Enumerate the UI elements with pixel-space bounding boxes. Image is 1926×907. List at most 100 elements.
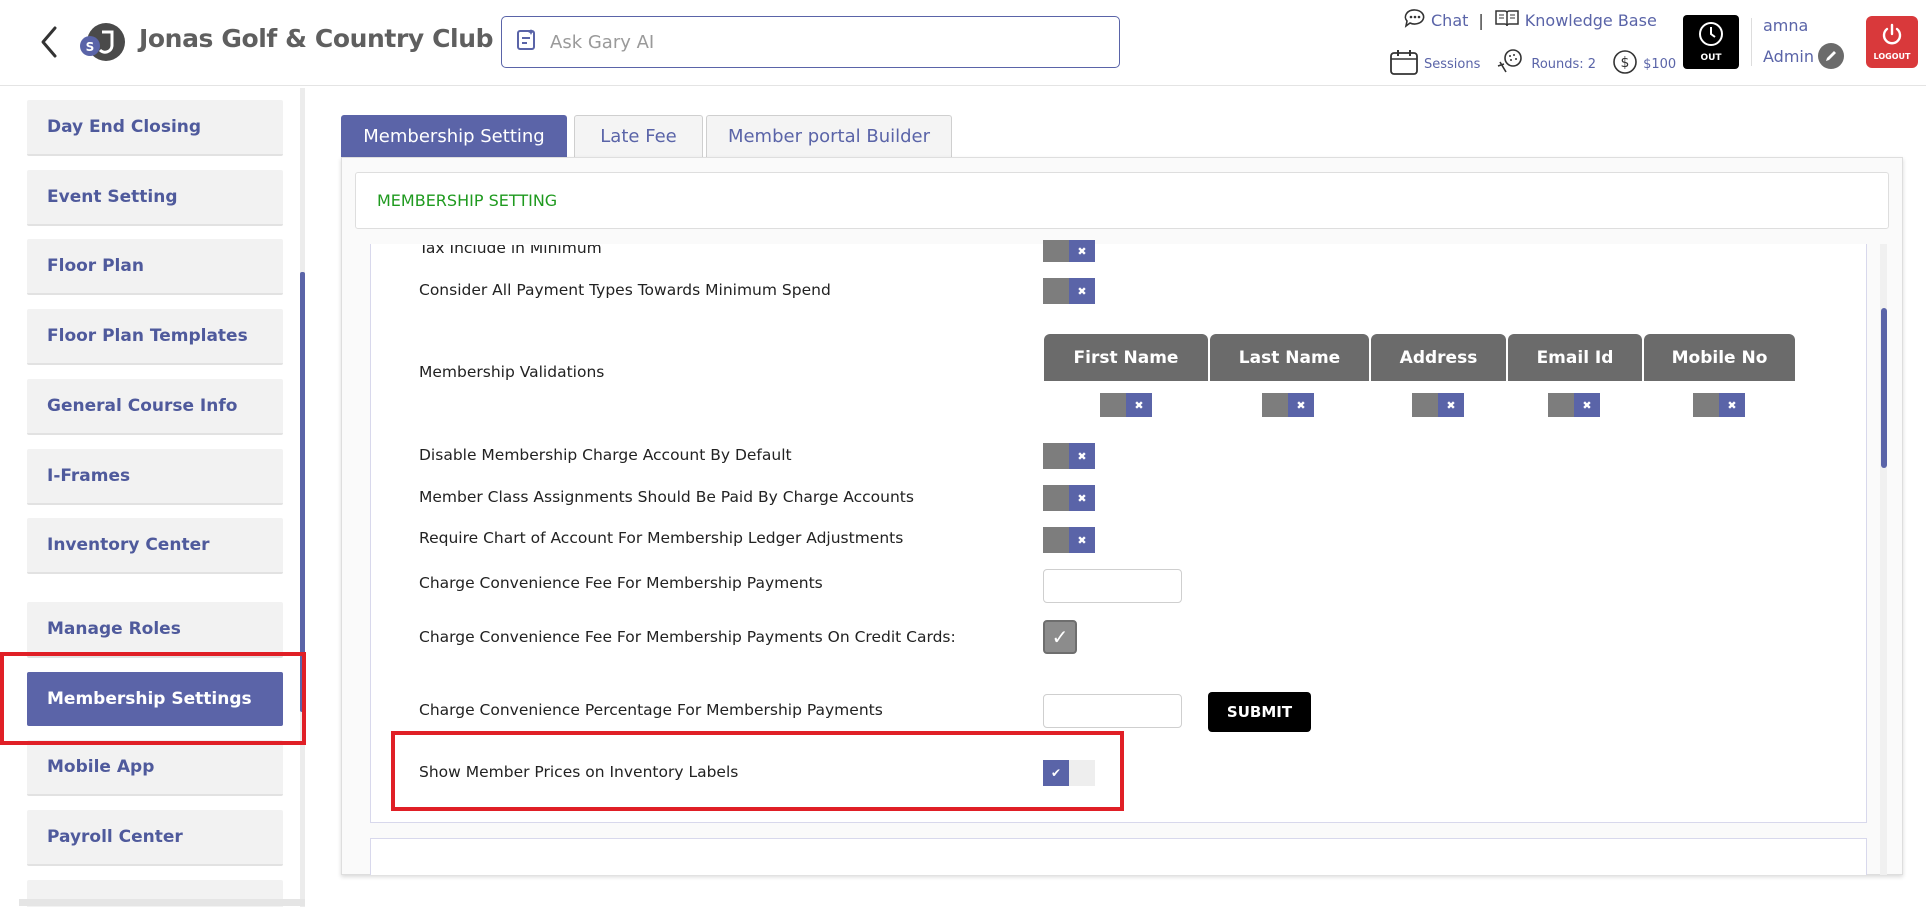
validation-header-mobile-no: Mobile No: [1644, 334, 1795, 381]
user-divider: [1751, 18, 1752, 66]
off-x-icon: ✖: [1069, 443, 1095, 469]
sidebar-item-mobile-app[interactable]: Mobile App: [27, 740, 283, 796]
user-role-row: Admin: [1763, 43, 1844, 69]
toggle-validate-address[interactable]: ✖: [1412, 393, 1464, 417]
logo-badge: S: [86, 40, 95, 54]
tab-late-fee[interactable]: Late Fee: [574, 115, 703, 157]
toggle-validate-email-id[interactable]: ✖: [1548, 393, 1600, 417]
convenience-fee-input[interactable]: [1043, 569, 1182, 603]
stats-row: Sessions Rounds: 2 $ $100: [1389, 48, 1676, 80]
validation-header-address: Address: [1371, 334, 1506, 381]
tab-membership-setting[interactable]: Membership Setting: [341, 115, 567, 157]
toggle-require-chart-of-account[interactable]: ✖: [1043, 527, 1095, 553]
label-convenience-percentage: Charge Convenience Percentage For Member…: [419, 701, 883, 719]
label-convenience-fee-credit-cards: Charge Convenience Fee For Membership Pa…: [419, 628, 956, 646]
clock-out-label: OUT: [1700, 53, 1722, 63]
back-icon[interactable]: [36, 22, 62, 62]
validation-header-email-id: Email Id: [1508, 334, 1642, 381]
toggle-validate-first-name[interactable]: ✖: [1100, 393, 1152, 417]
off-x-icon: ✖: [1719, 393, 1745, 417]
toggle-validate-mobile-no[interactable]: ✖: [1693, 393, 1745, 417]
sessions-stat[interactable]: Sessions: [1389, 48, 1480, 80]
power-icon: [1880, 23, 1904, 49]
toggle-tax-include[interactable]: ✖: [1043, 240, 1095, 262]
convenience-fee-credit-cards-checkbox[interactable]: ✓: [1043, 620, 1077, 654]
sidebar-item-payroll-center[interactable]: Payroll Center: [27, 810, 283, 866]
convenience-percentage-input[interactable]: [1043, 694, 1182, 728]
chat-icon: [1404, 8, 1426, 32]
svg-text:$: $: [1621, 55, 1630, 71]
club-logo: S: [78, 20, 126, 64]
section-title: MEMBERSHIP SETTING: [355, 172, 1889, 229]
dollar-icon: $: [1612, 49, 1638, 79]
toggle-validate-last-name[interactable]: ✖: [1262, 393, 1314, 417]
user-name: amna: [1763, 16, 1809, 35]
sidebar-item-membership-settings[interactable]: Membership Settings: [27, 672, 283, 726]
logout-label: LOGOUT: [1873, 52, 1911, 61]
sidebar-item-day-end-closing[interactable]: Day End Closing: [27, 100, 283, 156]
sidebar: Day End Closing Event Setting Floor Plan…: [19, 88, 305, 907]
sidebar-item-floor-plan[interactable]: Floor Plan: [27, 239, 283, 295]
off-x-icon: ✖: [1069, 527, 1095, 553]
knowledge-base-link[interactable]: Knowledge Base: [1494, 8, 1657, 32]
balance-stat[interactable]: $ $100: [1612, 49, 1676, 79]
sidebar-item-general-course-info[interactable]: General Course Info: [27, 379, 283, 435]
ai-note-icon: [516, 28, 538, 56]
label-consider-all-payment-types: Consider All Payment Types Towards Minim…: [419, 281, 831, 299]
calendar-icon: [1389, 48, 1419, 80]
chat-link[interactable]: Chat: [1404, 8, 1468, 32]
on-check-icon: ✔: [1043, 760, 1069, 786]
ask-gary-box[interactable]: [501, 16, 1120, 68]
clock-icon: [1698, 21, 1724, 50]
sidebar-scrollbar-thumb[interactable]: [300, 272, 305, 712]
off-x-icon: ✖: [1288, 393, 1314, 417]
sidebar-horizontal-scrollbar[interactable]: [19, 899, 305, 906]
off-x-icon: ✖: [1069, 485, 1095, 511]
sidebar-item-inventory-center[interactable]: Inventory Center: [27, 518, 283, 574]
next-section-box: [370, 838, 1867, 875]
content-scrollbar-thumb[interactable]: [1881, 308, 1887, 468]
ask-gary-input[interactable]: [550, 31, 1090, 53]
sidebar-item-floor-plan-templates[interactable]: Floor Plan Templates: [27, 309, 283, 365]
label-membership-validations: Membership Validations: [419, 363, 605, 381]
off-x-icon: ✖: [1069, 278, 1095, 304]
toggle-show-member-prices[interactable]: ✔: [1043, 760, 1095, 786]
book-icon: [1494, 8, 1520, 32]
app-title: Jonas Golf & Country Club: [139, 24, 494, 53]
chat-label: Chat: [1431, 10, 1469, 30]
logout-button[interactable]: LOGOUT: [1866, 16, 1918, 68]
clock-out-button[interactable]: OUT: [1683, 15, 1739, 69]
tab-member-portal-builder[interactable]: Member portal Builder: [706, 115, 952, 157]
top-links: Chat | Knowledge Base: [1404, 8, 1657, 32]
edit-profile-icon[interactable]: [1818, 43, 1844, 69]
submit-button[interactable]: SUBMIT: [1208, 692, 1311, 732]
validation-header-first-name: First Name: [1044, 334, 1208, 381]
knowledge-base-label: Knowledge Base: [1524, 10, 1657, 30]
check-icon: ✓: [1051, 625, 1069, 649]
toggle-disable-membership-charge[interactable]: ✖: [1043, 443, 1095, 469]
off-x-icon: ✖: [1126, 393, 1152, 417]
app-root: S Jonas Golf & Country Club Chat | Knowl…: [0, 0, 1926, 907]
validation-header-last-name: Last Name: [1210, 334, 1369, 381]
sidebar-item-manage-roles[interactable]: Manage Roles: [27, 602, 283, 658]
balance-label: $100: [1643, 56, 1677, 72]
link-separator: |: [1478, 10, 1484, 30]
rounds-label: Rounds: 2: [1531, 56, 1597, 72]
rounds-stat[interactable]: Rounds: 2: [1496, 48, 1596, 80]
label-disable-membership-charge: Disable Membership Charge Account By Def…: [419, 446, 792, 464]
sidebar-item-event-setting[interactable]: Event Setting: [27, 170, 283, 226]
off-x-icon: ✖: [1069, 240, 1095, 262]
user-role: Admin: [1763, 46, 1814, 66]
label-member-class-assignments: Member Class Assignments Should Be Paid …: [419, 488, 914, 506]
toggle-member-class-assignments[interactable]: ✖: [1043, 485, 1095, 511]
sessions-label: Sessions: [1424, 56, 1481, 72]
golf-icon: [1496, 48, 1526, 80]
label-show-member-prices: Show Member Prices on Inventory Labels: [419, 763, 739, 781]
label-require-chart-of-account: Require Chart of Account For Membership …: [419, 529, 904, 547]
off-x-icon: ✖: [1438, 393, 1464, 417]
sidebar-item-i-frames[interactable]: I-Frames: [27, 449, 283, 505]
top-header: S Jonas Golf & Country Club Chat | Knowl…: [0, 0, 1926, 86]
off-x-icon: ✖: [1574, 393, 1600, 417]
toggle-consider-all-payment-types[interactable]: ✖: [1043, 278, 1095, 304]
label-charge-convenience-fee: Charge Convenience Fee For Membership Pa…: [419, 574, 823, 592]
